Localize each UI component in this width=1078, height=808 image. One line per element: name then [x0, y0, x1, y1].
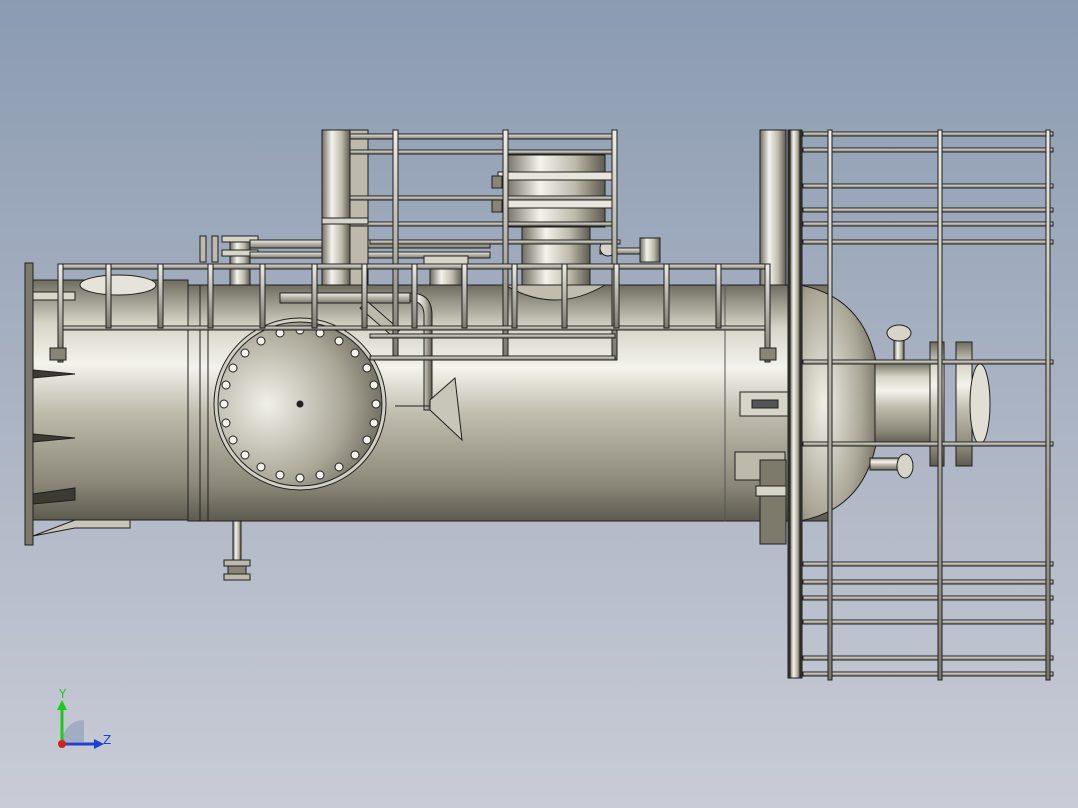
manway-flange [213, 317, 387, 491]
triad-z-label: Z [103, 733, 111, 747]
cad-viewport[interactable]: Y Z [0, 0, 1078, 808]
triad-y-label: Y [58, 687, 67, 701]
